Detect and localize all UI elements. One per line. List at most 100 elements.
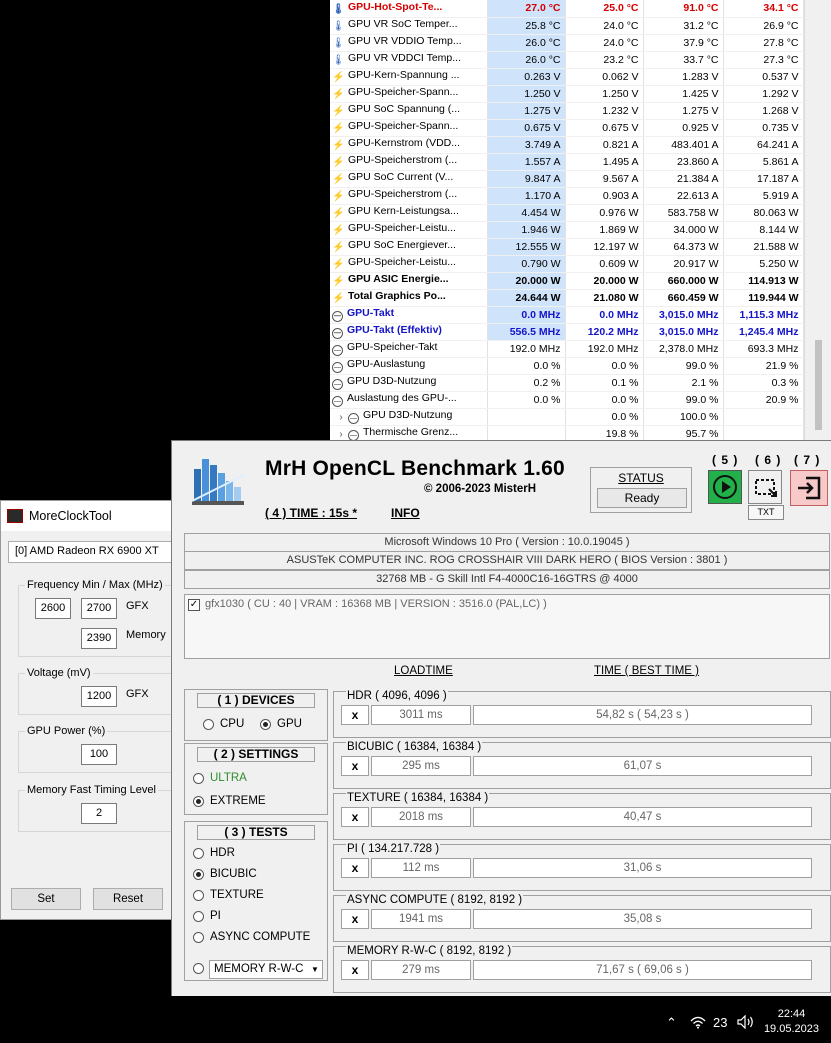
sensor-row[interactable]: ⚡ GPU-Speicher-Spann... 0.675 V 0.675 V 0.92…: [330, 119, 804, 137]
sensor-row[interactable]: ⚡ GPU-Kern-Spannung ... 0.263 V 0.062 V 1.28…: [330, 68, 804, 86]
test-option-pi[interactable]: PI: [193, 910, 221, 922]
sensor-label: GPU-Auslastung: [347, 358, 426, 370]
chevron-right-icon[interactable]: ›: [336, 429, 346, 440]
sensor-name: ⚡ GPU-Speicherstrom (...: [330, 153, 488, 171]
taskbar: ⌃ 23 22:44 19.05.2023: [0, 1003, 831, 1043]
test-radio[interactable]: [193, 931, 204, 943]
start-button[interactable]: [708, 470, 742, 504]
sensor-name: ⚡ GPU ASIC Energie...: [330, 272, 488, 290]
sensor-row[interactable]: ⚡ Total Graphics Po... 24.644 W 21.080 W 660…: [330, 289, 804, 307]
sensor-row[interactable]: ⚡ GPU Kern-Leistungsa... 4.454 W 0.976 W 583…: [330, 204, 804, 222]
gauge-icon: —: [332, 396, 343, 407]
dropdown-arrow-icon[interactable]: ▼: [308, 961, 322, 978]
chevron-right-icon[interactable]: ›: [336, 412, 346, 424]
gpu-radio[interactable]: [260, 718, 271, 730]
sensor-row[interactable]: — GPU-Takt (Effektiv) 556.5 MHz 120.2 MHz 3,…: [330, 323, 804, 341]
sensor-avg: 21.588 W: [723, 238, 804, 256]
remove-result-button[interactable]: x: [341, 909, 369, 929]
mct-titlebar[interactable]: MoreClockTool: [1, 501, 171, 531]
sensor-cur: 20.000 W: [487, 272, 566, 290]
sensor-max: 22.613 A: [643, 187, 724, 205]
info-link[interactable]: INFO: [391, 506, 420, 520]
sensor-row[interactable]: › — GPU D3D-Nutzung 0.0 % 100.0 %: [330, 408, 804, 426]
sensor-cur: 4.454 W: [487, 204, 566, 222]
sensor-row[interactable]: ⚡ GPU SoC Current (V... 9.847 A 9.567 A 21.3…: [330, 170, 804, 188]
sensor-row[interactable]: — Auslastung des GPU-... 0.0 % 0.0 % 99.0 % 2…: [330, 391, 804, 409]
test-radio[interactable]: [193, 910, 204, 922]
sensor-row[interactable]: 🌡 GPU VR VDDCI Temp... 26.0 °C 23.2 °C 33.7 …: [330, 51, 804, 69]
test-radio[interactable]: [193, 868, 204, 880]
test-radio[interactable]: [193, 847, 204, 859]
device-checkbox[interactable]: ✓: [188, 599, 200, 611]
sensor-label: GPU-Takt (Effektiv): [347, 324, 442, 336]
device-entry[interactable]: gfx1030 ( CU : 40 | VRAM : 16368 MB | VE…: [205, 598, 547, 610]
setting-ultra-option[interactable]: ULTRA: [193, 772, 247, 784]
set-button[interactable]: Set: [11, 888, 81, 910]
test-radio[interactable]: [193, 889, 204, 901]
remove-result-button[interactable]: x: [341, 960, 369, 980]
remove-result-button[interactable]: x: [341, 705, 369, 725]
sensor-avg: 80.063 W: [723, 204, 804, 222]
test-option-hdr[interactable]: HDR: [193, 847, 235, 859]
system-clock[interactable]: 22:44 19.05.2023: [764, 1007, 819, 1037]
test-option-memory[interactable]: [193, 963, 210, 974]
setting-extreme-option[interactable]: EXTREME: [193, 795, 266, 807]
sensor-row[interactable]: 🌡 GPU VR SoC Temper... 25.8 °C 24.0 °C 31.2 …: [330, 17, 804, 35]
sensor-row[interactable]: 🌡 GPU-Hot-Spot-Te... 27.0 °C 25.0 °C 91.0 °C…: [330, 0, 804, 18]
power-input[interactable]: 100: [81, 744, 117, 765]
memory-test-select[interactable]: MEMORY R-W-C ▼: [209, 960, 323, 979]
scrollbar-thumb[interactable]: [815, 340, 822, 430]
sensor-max: 23.860 A: [643, 153, 724, 171]
sensor-avg: 1.292 V: [723, 85, 804, 103]
sensor-min: 0.903 A: [565, 187, 644, 205]
sensor-row[interactable]: ⚡ GPU-Speicher-Leistu... 1.946 W 1.869 W 34.…: [330, 221, 804, 239]
sensor-row[interactable]: ⚡ GPU SoC Energiever... 12.555 W 12.197 W 64…: [330, 238, 804, 256]
sensor-row[interactable]: — GPU D3D-Nutzung 0.2 % 0.1 % 2.1 % 0.3 %: [330, 374, 804, 392]
sensor-cur: 26.0 °C: [487, 51, 566, 69]
memory-radio[interactable]: [193, 963, 204, 974]
sensor-row[interactable]: — GPU-Auslastung 0.0 % 0.0 % 99.0 % 21.9 %: [330, 357, 804, 375]
sensor-row[interactable]: ⚡ GPU ASIC Energie... 20.000 W 20.000 W 660.…: [330, 272, 804, 290]
voltage-input[interactable]: 1200: [81, 686, 117, 707]
device-cpu-option[interactable]: CPU: [203, 718, 244, 730]
volume-icon[interactable]: [737, 1014, 755, 1032]
cpu-label: CPU: [220, 718, 245, 730]
reset-button[interactable]: Reset: [93, 888, 163, 910]
lightning-icon: ⚡: [332, 157, 345, 168]
test-option-texture[interactable]: TEXTURE: [193, 889, 264, 901]
test-option-async-compute[interactable]: ASYNC COMPUTE: [193, 931, 310, 943]
gfx-min-input[interactable]: 2600: [35, 598, 71, 619]
gpu-select[interactable]: [0] AMD Radeon RX 6900 XT: [8, 541, 178, 563]
sensor-row[interactable]: — GPU-Speicher-Takt 192.0 MHz 192.0 MHz 2,37…: [330, 340, 804, 358]
sensor-row[interactable]: ⚡ GPU-Speicherstrom (... 1.557 A 1.495 A 23.…: [330, 153, 804, 171]
sensor-row[interactable]: › — Thermische Grenz... 19.8 % 95.7 %: [330, 425, 804, 440]
sensor-row[interactable]: ⚡ GPU-Kernstrom (VDD... 3.749 A 0.821 A 483.…: [330, 136, 804, 154]
chevron-up-icon[interactable]: ⌃: [666, 1015, 677, 1031]
temperature-indicator[interactable]: 23: [713, 1015, 727, 1030]
sensor-row[interactable]: ⚡ GPU-Speicherstrom (... 1.170 A 0.903 A 22.…: [330, 187, 804, 205]
sensor-avg: [723, 425, 804, 440]
gfx-max-input[interactable]: 2700: [81, 598, 117, 619]
txt-button[interactable]: TXT: [748, 505, 784, 520]
sensor-row[interactable]: ⚡ GPU-Speicher-Leistu... 0.790 W 0.609 W 20.…: [330, 255, 804, 273]
sensor-row[interactable]: — GPU-Takt 0.0 MHz 0.0 MHz 3,015.0 MHz 1,115.…: [330, 306, 804, 324]
sensor-row[interactable]: 🌡 GPU VR VDDIO Temp... 26.0 °C 24.0 °C 37.9 …: [330, 34, 804, 52]
screenshot-button[interactable]: [748, 470, 782, 504]
memory-clock-input[interactable]: 2390: [81, 628, 117, 649]
ultra-radio[interactable]: [193, 772, 204, 784]
time-setting[interactable]: ( 4 ) TIME : 15s *: [265, 506, 357, 520]
sensor-row[interactable]: ⚡ GPU SoC Spannung (... 1.275 V 1.232 V 1.27…: [330, 102, 804, 120]
sensor-row[interactable]: ⚡ GPU-Speicher-Spann... 1.250 V 1.250 V 1.42…: [330, 85, 804, 103]
timing-input[interactable]: 2: [81, 803, 117, 824]
device-gpu-option[interactable]: GPU: [260, 718, 302, 730]
remove-result-button[interactable]: x: [341, 858, 369, 878]
test-option-bicubic[interactable]: BICUBIC: [193, 868, 257, 880]
sensor-max: 3,015.0 MHz: [643, 306, 724, 324]
remove-result-button[interactable]: x: [341, 756, 369, 776]
exit-button[interactable]: [790, 470, 828, 506]
extreme-radio[interactable]: [193, 795, 204, 807]
remove-result-button[interactable]: x: [341, 807, 369, 827]
sensor-scrollbar[interactable]: [804, 0, 831, 440]
cpu-radio[interactable]: [203, 718, 214, 730]
wifi-icon[interactable]: [690, 1015, 706, 1032]
